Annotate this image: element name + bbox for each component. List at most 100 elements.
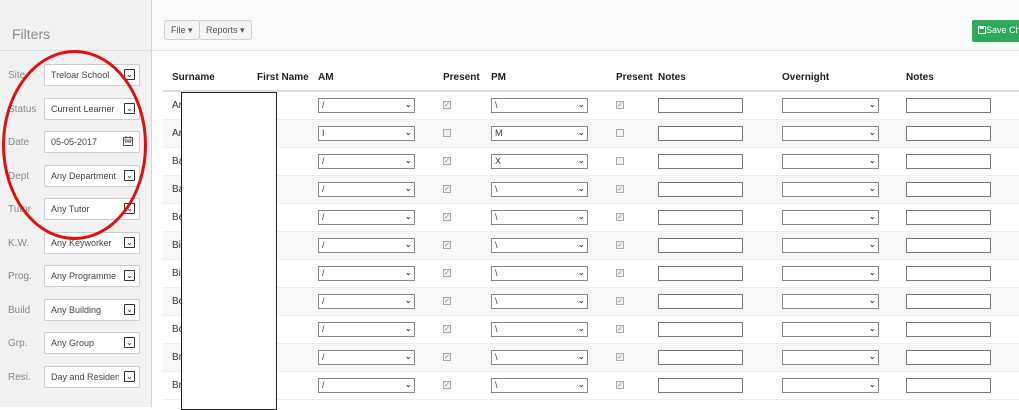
overnight-select[interactable]: ⌄ xyxy=(782,125,879,141)
col-overnight[interactable]: Overnight xyxy=(773,64,897,92)
pm-select[interactable]: \ ⌄ xyxy=(491,321,588,337)
pm-select[interactable]: \ ⌄ xyxy=(491,181,588,197)
overnight-select[interactable]: ⌄ xyxy=(782,209,879,225)
am-select[interactable]: / ⌄ xyxy=(318,153,415,169)
filter-select[interactable]: Any Department ⌄ xyxy=(44,164,140,187)
pm-present-checkbox[interactable]: ✓ xyxy=(616,353,624,361)
overnight-select[interactable]: ⌄ xyxy=(782,181,879,197)
notes-input[interactable] xyxy=(658,209,743,225)
pm-present-checkbox[interactable]: ✓ xyxy=(616,297,624,305)
col-pm[interactable]: PM xyxy=(482,64,607,92)
am-select[interactable]: / ⌄ xyxy=(318,377,415,393)
notes-input[interactable] xyxy=(658,237,743,253)
notes-input[interactable] xyxy=(658,265,743,281)
filter-select[interactable]: Any Building ⌄ xyxy=(44,298,140,321)
filter-select[interactable]: Any Tutor ⌄ xyxy=(44,198,140,220)
pm-select[interactable]: \ ⌄ xyxy=(491,293,588,309)
overnight-select[interactable]: ⌄ xyxy=(782,377,879,393)
notes-input[interactable] xyxy=(658,321,743,337)
am-present-checkbox[interactable]: ✓ xyxy=(443,241,451,249)
am-select[interactable]: / ⌄ xyxy=(318,209,415,225)
overnight-select[interactable]: ⌄ xyxy=(782,97,879,113)
col-surname[interactable]: Surname xyxy=(163,64,248,92)
col-first-name[interactable]: First Name xyxy=(248,64,309,92)
overnight-select[interactable]: ⌄ xyxy=(782,321,879,337)
am-present-checkbox[interactable]: ✓ xyxy=(443,381,451,389)
reports-menu-button[interactable]: Reports ▾ xyxy=(199,20,252,40)
chevron-down-icon[interactable]: ⌄ xyxy=(124,303,135,315)
save-changes-button[interactable]: Save Cha xyxy=(972,20,1019,42)
pm-select[interactable]: X ⌄ xyxy=(491,153,588,169)
chevron-down-icon[interactable]: ⌄ xyxy=(124,203,135,214)
pm-present-checkbox[interactable] xyxy=(616,157,624,165)
am-present-checkbox[interactable]: ✓ xyxy=(443,101,451,110)
am-present-checkbox[interactable]: ✓ xyxy=(443,297,451,305)
overnight-notes-input[interactable] xyxy=(906,209,991,225)
am-select[interactable]: / ⌄ xyxy=(318,265,415,281)
overnight-notes-input[interactable] xyxy=(906,349,991,365)
overnight-select[interactable]: ⌄ xyxy=(782,349,879,365)
filter-select[interactable]: Current Learner ⌄ xyxy=(44,97,140,120)
overnight-notes-input[interactable] xyxy=(906,265,991,281)
col-am-present[interactable]: Present xyxy=(434,64,482,92)
overnight-notes-input[interactable] xyxy=(906,377,991,393)
col-overnight-notes[interactable]: Notes xyxy=(897,64,1019,92)
filter-select[interactable]: Day and Residential ⌄ xyxy=(44,365,140,388)
am-present-checkbox[interactable]: ✓ xyxy=(443,325,451,333)
overnight-select[interactable]: ⌄ xyxy=(782,153,879,169)
chevron-down-icon[interactable]: ⌄ xyxy=(124,69,135,80)
pm-present-checkbox[interactable]: ✓ xyxy=(616,213,624,221)
overnight-notes-input[interactable] xyxy=(906,125,991,141)
filter-select[interactable]: Any Keyworker ⌄ xyxy=(44,231,140,254)
col-notes[interactable]: Notes xyxy=(649,64,773,92)
am-present-checkbox[interactable]: ✓ xyxy=(443,157,451,165)
am-select[interactable]: / ⌄ xyxy=(318,349,415,365)
pm-present-checkbox[interactable]: ✓ xyxy=(616,325,624,333)
overnight-select[interactable]: ⌄ xyxy=(782,265,879,281)
pm-present-checkbox[interactable]: ✓ xyxy=(616,269,624,277)
am-select[interactable]: / ⌄ xyxy=(318,237,415,253)
overnight-notes-input[interactable] xyxy=(906,321,991,337)
notes-input[interactable] xyxy=(658,293,743,309)
overnight-notes-input[interactable] xyxy=(906,181,991,197)
pm-select[interactable]: \ ⌄ xyxy=(491,237,588,253)
filter-select[interactable]: Any Group ⌄ xyxy=(44,332,140,354)
pm-present-checkbox[interactable]: ✓ xyxy=(616,381,624,389)
overnight-notes-input[interactable] xyxy=(906,153,991,169)
notes-input[interactable] xyxy=(658,377,743,393)
overnight-notes-input[interactable] xyxy=(906,293,991,309)
overnight-notes-input[interactable] xyxy=(906,97,991,113)
am-present-checkbox[interactable]: ✓ xyxy=(443,213,451,221)
am-select[interactable]: / ⌄ xyxy=(318,181,415,197)
pm-present-checkbox[interactable] xyxy=(616,129,624,137)
col-am[interactable]: AM xyxy=(309,64,434,92)
file-menu-button[interactable]: File ▾ xyxy=(164,20,200,40)
chevron-down-icon[interactable]: ⌄ xyxy=(124,102,135,114)
pm-select[interactable]: \ ⌄ xyxy=(491,209,588,225)
notes-input[interactable] xyxy=(658,153,743,169)
pm-present-checkbox[interactable]: ✓ xyxy=(616,241,624,249)
notes-input[interactable] xyxy=(658,181,743,197)
pm-select[interactable]: M ⌄ xyxy=(491,125,588,141)
overnight-select[interactable]: ⌄ xyxy=(782,237,879,253)
notes-input[interactable] xyxy=(658,125,743,141)
pm-present-checkbox[interactable]: ✓ xyxy=(616,101,624,110)
overnight-select[interactable]: ⌄ xyxy=(782,293,879,309)
pm-select[interactable]: \ ⌄ xyxy=(491,349,588,365)
overnight-notes-input[interactable] xyxy=(906,237,991,253)
notes-input[interactable] xyxy=(658,97,743,113)
chevron-down-icon[interactable]: ⌄ xyxy=(124,270,135,281)
am-present-checkbox[interactable]: ✓ xyxy=(443,353,451,361)
am-present-checkbox[interactable]: ✓ xyxy=(443,269,451,277)
notes-input[interactable] xyxy=(658,349,743,365)
pm-present-checkbox[interactable]: ✓ xyxy=(616,185,624,193)
am-select[interactable]: / ⌄ xyxy=(318,321,415,337)
pm-select[interactable]: \ ⌄ xyxy=(491,265,588,281)
chevron-down-icon[interactable]: ⌄ xyxy=(124,169,135,181)
pm-select[interactable]: \ ⌄ xyxy=(491,97,588,113)
am-select[interactable]: / ⌄ xyxy=(318,97,415,113)
calendar-icon[interactable] xyxy=(123,136,133,146)
date-input[interactable]: 05-05-2017 xyxy=(44,131,140,153)
chevron-down-icon[interactable]: ⌄ xyxy=(124,236,135,248)
am-select[interactable]: I ⌄ xyxy=(318,125,415,141)
